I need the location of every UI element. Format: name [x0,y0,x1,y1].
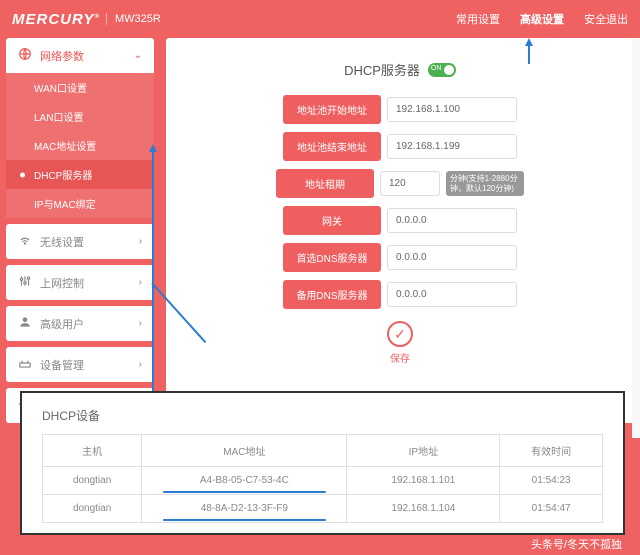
devices-table: 主机 MAC地址 IP地址 有效时间 dongtian A4-B8-05-C7-… [42,434,603,523]
main-panel: DHCP服务器 地址池开始地址 地址池结束地址 地址租期 分钟(支持1-2880分… [166,38,634,423]
input-lease[interactable] [380,171,440,196]
model-label: MW325R [106,13,161,25]
user-icon [18,315,32,332]
scrollbar[interactable] [632,38,640,438]
check-icon: ✓ [387,321,413,347]
input-pool-start[interactable] [387,97,517,122]
sidebar-item-dhcp[interactable]: DHCP服务器 [6,160,154,189]
page-title: DHCP服务器 [186,60,614,79]
brand-logo: MERCURY® [12,11,100,28]
nav-advanced[interactable]: 高级设置 [520,11,564,27]
chevron-right-icon: › [139,359,142,370]
input-gateway[interactable] [387,208,517,233]
label-gateway: 网关 [283,206,381,235]
col-mac: MAC地址 [142,435,347,467]
label-pool-end: 地址池结束地址 [283,132,381,161]
sidebar-item-ipmac[interactable]: IP与MAC绑定 [6,189,154,218]
input-dns1[interactable] [387,245,517,270]
label-lease: 地址租期 [276,169,374,198]
chevron-down-icon: ⌄ [134,50,142,61]
nav-logout[interactable]: 安全退出 [584,11,628,27]
input-pool-end[interactable] [387,134,517,159]
sidebar-network-params[interactable]: 网络参数 ⌄ [6,38,154,73]
label-dns2: 备用DNS服务器 [283,280,381,309]
devices-title: DHCP设备 [42,407,603,424]
save-button[interactable]: ✓ 保存 [186,321,614,365]
wifi-icon [18,233,32,250]
attribution: 头条号/冬天不孤独 [531,536,622,552]
sidebar: 网络参数 ⌄ WAN口设置 LAN口设置 MAC地址设置 DHCP服务器 IP与… [6,38,154,423]
label-dns1: 首选DNS服务器 [283,243,381,272]
sidebar-access-control[interactable]: 上网控制› [6,265,154,300]
sidebar-item-mac[interactable]: MAC地址设置 [6,131,154,160]
lease-hint: 分钟(支持1-2880分钟，默认120分钟) [446,171,524,196]
col-time: 有效时间 [500,435,603,467]
router-icon [18,356,32,373]
table-row: dongtian A4-B8-05-C7-53-4C 192.168.1.101… [43,467,603,495]
chevron-right-icon: › [139,277,142,288]
chevron-right-icon: › [139,236,142,247]
col-ip: IP地址 [347,435,500,467]
table-row: dongtian 48-8A-D2-13-3F-F9 192.168.1.104… [43,495,603,523]
input-dns2[interactable] [387,282,517,307]
nav-common[interactable]: 常用设置 [456,11,500,27]
sidebar-advanced-user[interactable]: 高级用户› [6,306,154,341]
top-nav: 常用设置 高级设置 安全退出 [456,11,628,27]
sliders-icon [18,274,32,291]
sidebar-item-lan[interactable]: LAN口设置 [6,102,154,131]
dhcp-devices-panel: DHCP设备 主机 MAC地址 IP地址 有效时间 dongtian A4-B8… [20,391,625,535]
sidebar-device-mgmt[interactable]: 设备管理› [6,347,154,382]
label-pool-start: 地址池开始地址 [283,95,381,124]
col-host: 主机 [43,435,142,467]
chevron-right-icon: › [139,318,142,329]
dhcp-toggle[interactable] [428,63,456,77]
globe-icon [18,47,32,64]
sidebar-wireless[interactable]: 无线设置› [6,224,154,259]
sidebar-item-wan[interactable]: WAN口设置 [6,73,154,102]
app-header: MERCURY® MW325R 常用设置 高级设置 安全退出 [0,0,640,38]
annotation-arrow [528,40,530,64]
